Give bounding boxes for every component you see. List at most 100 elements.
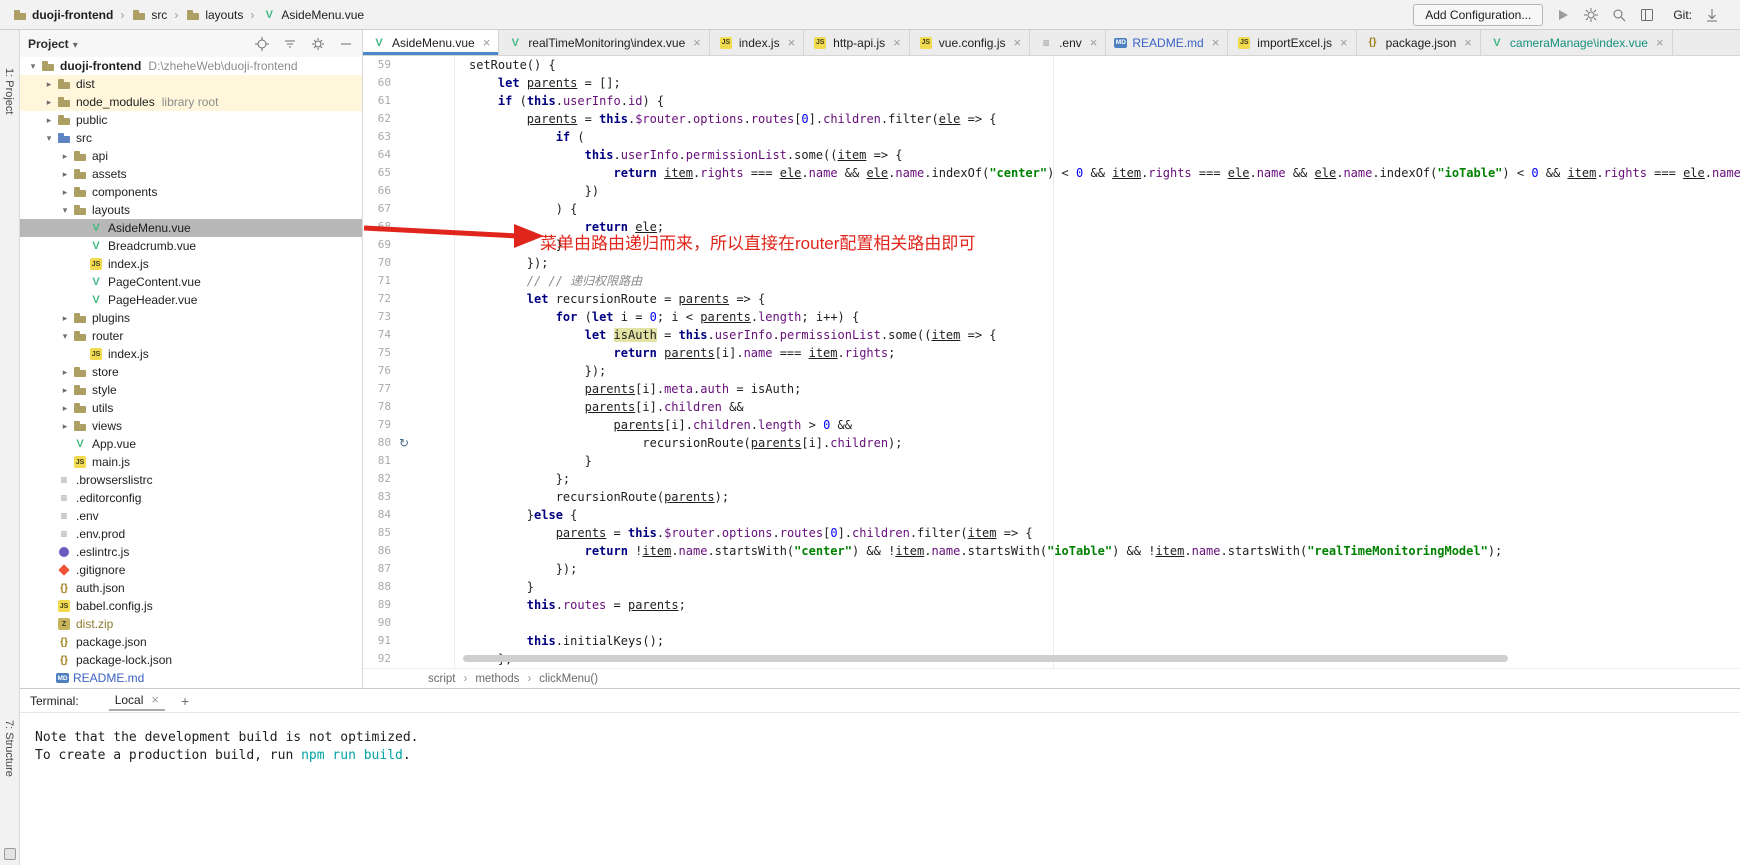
new-terminal-icon[interactable]	[181, 693, 189, 709]
close-icon[interactable]	[788, 35, 796, 50]
line-number[interactable]: 83	[363, 488, 393, 506]
line-number[interactable]: 80	[363, 434, 393, 452]
tree-item-.browserslistrc[interactable]: .browserslistrc	[20, 471, 362, 489]
editor-tab-package.json[interactable]: package.json	[1357, 30, 1481, 55]
line-number[interactable]: 65	[363, 164, 393, 182]
line-number[interactable]: 70	[363, 254, 393, 272]
close-icon[interactable]	[1340, 35, 1348, 50]
tree-item-pagecontent.vue[interactable]: PageContent.vue	[20, 273, 362, 291]
code-editor[interactable]: 59setRoute() {60 let parents = [];61 if …	[363, 56, 1740, 668]
tree-item-.eslintrc.js[interactable]: .eslintrc.js	[20, 543, 362, 561]
editor-tab-readme.md[interactable]: README.md	[1106, 30, 1228, 55]
close-icon[interactable]	[151, 692, 159, 707]
tree-item-app.vue[interactable]: App.vue	[20, 435, 362, 453]
line-number[interactable]: 61	[363, 92, 393, 110]
tree-item-public[interactable]: public	[20, 111, 362, 129]
tree-item-style[interactable]: style	[20, 381, 362, 399]
close-icon[interactable]	[893, 35, 901, 50]
breadcrumb-methods[interactable]: methods	[475, 673, 519, 685]
expand-arrow-icon[interactable]	[58, 205, 72, 216]
add-configuration-button[interactable]: Add Configuration...	[1413, 4, 1543, 26]
tool-button-structure[interactable]: 7: Structure	[3, 720, 15, 777]
tree-item-store[interactable]: store	[20, 363, 362, 381]
tree-item-index.js[interactable]: index.js	[20, 345, 362, 363]
breadcrumb-src[interactable]: src	[129, 7, 169, 23]
tree-item-main.js[interactable]: main.js	[20, 453, 362, 471]
tree-item-pageheader.vue[interactable]: PageHeader.vue	[20, 291, 362, 309]
tree-item-asidemenu.vue[interactable]: AsideMenu.vue	[20, 219, 362, 237]
tree-item-dist.zip[interactable]: dist.zip	[20, 615, 362, 633]
expand-arrow-icon[interactable]	[58, 331, 72, 342]
tree-item-.env.prod[interactable]: .env.prod	[20, 525, 362, 543]
tree-item-auth.json[interactable]: auth.json	[20, 579, 362, 597]
tree-item-breadcrumb.vue[interactable]: Breadcrumb.vue	[20, 237, 362, 255]
editor-tab-cameramanage-index.vue[interactable]: cameraManage\index.vue	[1481, 30, 1673, 55]
line-number[interactable]: 79	[363, 416, 393, 434]
tree-item-layouts[interactable]: layouts	[20, 201, 362, 219]
expand-arrow-icon[interactable]	[58, 367, 72, 378]
line-number[interactable]: 62	[363, 110, 393, 128]
tree-item-node-modules[interactable]: node_moduleslibrary root	[20, 93, 362, 111]
line-number[interactable]: 78	[363, 398, 393, 416]
close-icon[interactable]	[1464, 35, 1472, 50]
breadcrumb-project[interactable]: duoji-frontend	[10, 7, 115, 23]
run-icon[interactable]	[1555, 7, 1571, 23]
expand-arrow-icon[interactable]	[58, 403, 72, 414]
line-number[interactable]: 64	[363, 146, 393, 164]
line-number[interactable]: 77	[363, 380, 393, 398]
line-number[interactable]: 67	[363, 200, 393, 218]
tree-item-package.json[interactable]: package.json	[20, 633, 362, 651]
locate-icon[interactable]	[254, 36, 270, 52]
line-number[interactable]: 92	[363, 650, 393, 668]
editor-tab-.env[interactable]: .env	[1030, 30, 1106, 55]
editor-tab-http-api.js[interactable]: http-api.js	[804, 30, 910, 55]
editor-tab-realtimemonitoring-index.vue[interactable]: realTimeMonitoring\index.vue	[499, 30, 710, 55]
line-number[interactable]: 84	[363, 506, 393, 524]
line-number[interactable]: 73	[363, 308, 393, 326]
tree-item-babel.config.js[interactable]: babel.config.js	[20, 597, 362, 615]
breadcrumb-file[interactable]: AsideMenu.vue	[259, 7, 366, 23]
close-icon[interactable]	[1090, 35, 1098, 50]
line-number[interactable]: 74	[363, 326, 393, 344]
expand-arrow-icon[interactable]	[42, 133, 56, 144]
line-number[interactable]: 69	[363, 236, 393, 254]
tree-item-views[interactable]: views	[20, 417, 362, 435]
close-icon[interactable]	[483, 35, 491, 50]
expand-arrow-icon[interactable]	[58, 151, 72, 162]
tree-item-utils[interactable]: utils	[20, 399, 362, 417]
line-number[interactable]: 90	[363, 614, 393, 632]
tool-button-project[interactable]: 1: Project	[3, 68, 15, 114]
line-number[interactable]: 82	[363, 470, 393, 488]
tree-item-components[interactable]: components	[20, 183, 362, 201]
tree-item-dist[interactable]: dist	[20, 75, 362, 93]
line-number[interactable]: 75	[363, 344, 393, 362]
expand-arrow-icon[interactable]	[58, 169, 72, 180]
gear-icon[interactable]	[310, 36, 326, 52]
tree-item-.editorconfig[interactable]: .editorconfig	[20, 489, 362, 507]
terminal-output[interactable]: Note that the development build is not o…	[20, 713, 1740, 765]
tree-item-.env[interactable]: .env	[20, 507, 362, 525]
breadcrumb-layouts[interactable]: layouts	[183, 7, 245, 23]
expand-arrow-icon[interactable]	[42, 79, 56, 90]
expand-arrow-icon[interactable]	[58, 187, 72, 198]
tree-item-src[interactable]: src	[20, 129, 362, 147]
line-number[interactable]: 68	[363, 218, 393, 236]
tree-item-package-lock.json[interactable]: package-lock.json	[20, 651, 362, 669]
gear-icon[interactable]	[1583, 7, 1599, 23]
editor-tab-asidemenu.vue[interactable]: AsideMenu.vue	[363, 30, 499, 55]
expand-arrow-icon[interactable]	[58, 313, 72, 324]
breadcrumb-method-name[interactable]: clickMenu()	[539, 673, 598, 685]
search-icon[interactable]	[1611, 7, 1627, 23]
tree-item-plugins[interactable]: plugins	[20, 309, 362, 327]
close-icon[interactable]	[693, 35, 701, 50]
line-number[interactable]: 91	[363, 632, 393, 650]
expand-arrow-icon[interactable]	[26, 61, 40, 72]
editor-tab-importexcel.js[interactable]: importExcel.js	[1228, 30, 1356, 55]
close-icon[interactable]	[1212, 35, 1220, 50]
tree-item-duoji-frontend[interactable]: duoji-frontendD:\zheheWeb\duoji-frontend	[20, 57, 362, 75]
minimize-icon[interactable]	[338, 36, 354, 52]
close-icon[interactable]	[1013, 35, 1021, 50]
filter-icon[interactable]	[282, 36, 298, 52]
terminal-tab-local[interactable]: Local	[109, 690, 165, 711]
layout-icon[interactable]	[1639, 7, 1655, 23]
